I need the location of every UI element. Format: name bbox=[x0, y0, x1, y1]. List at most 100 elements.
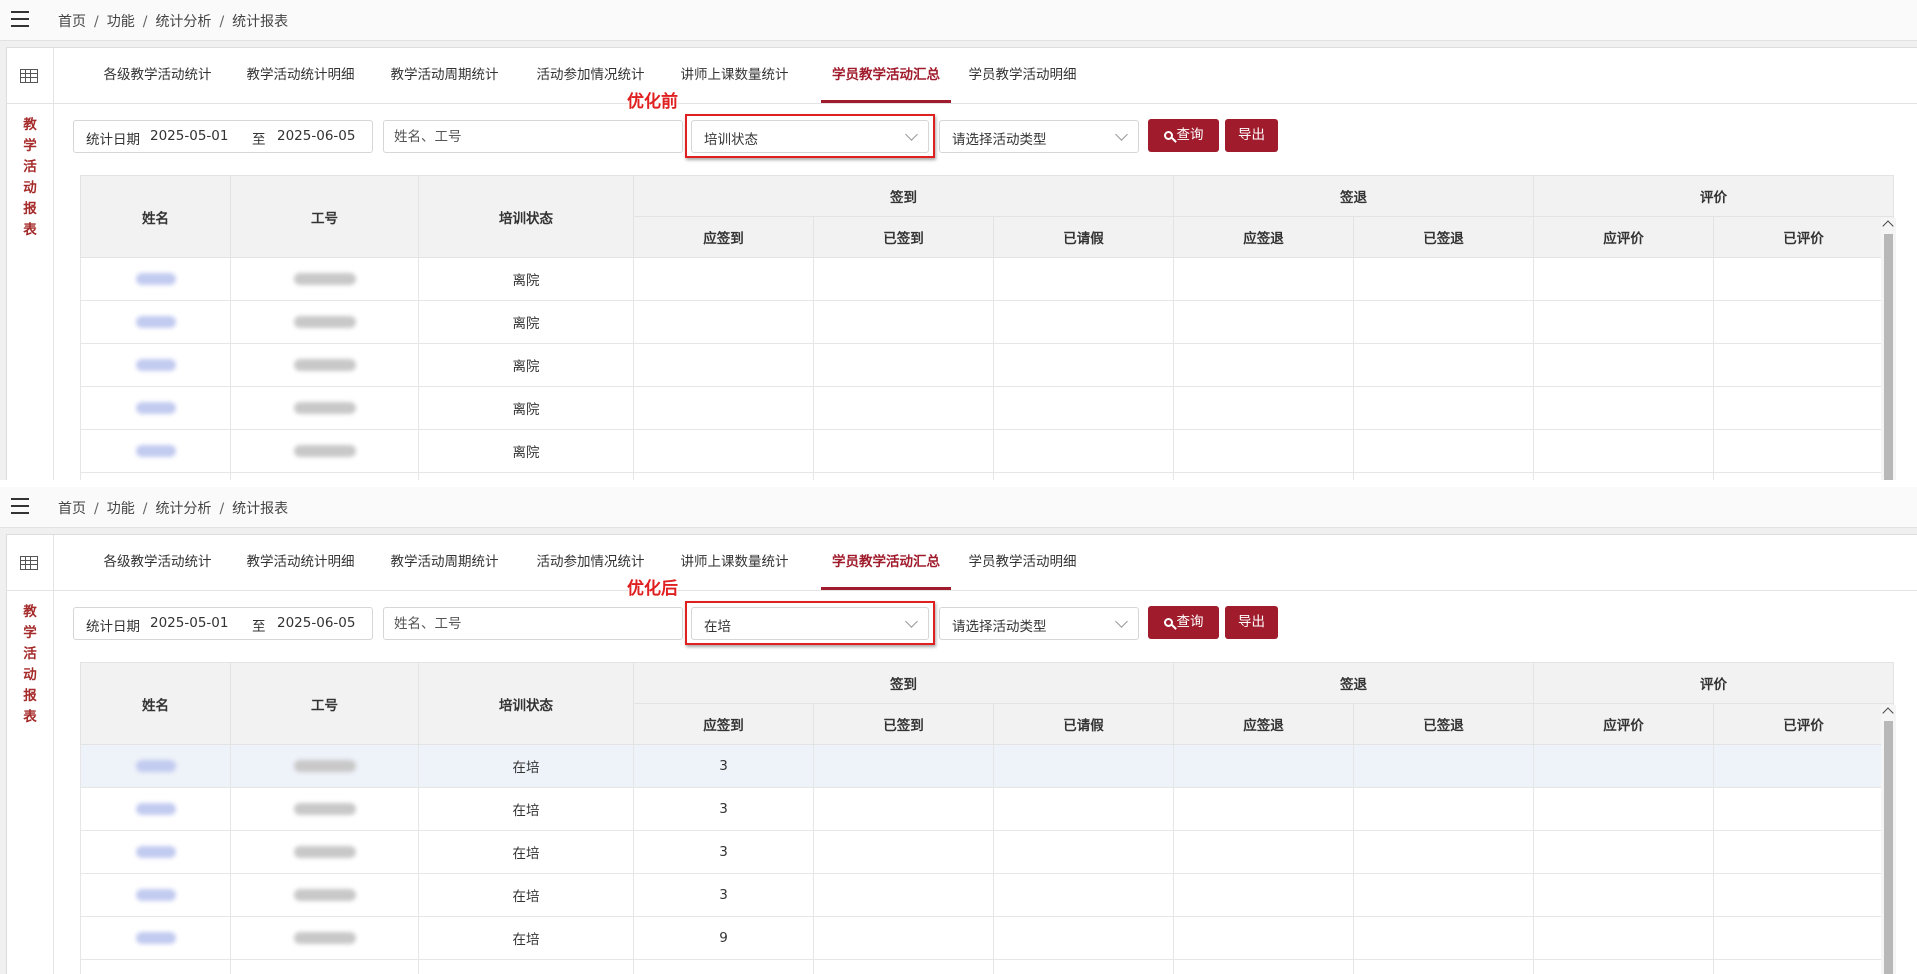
annotation-label: 优化前 bbox=[627, 92, 678, 112]
breadcrumb-item[interactable]: 首页 bbox=[58, 501, 86, 517]
cell-empty bbox=[1353, 343, 1535, 387]
tab-0[interactable]: 各级教学活动统计 bbox=[100, 48, 215, 103]
header-row-group: 姓名 工号 培训状态 签到 签退 评价 bbox=[80, 662, 1895, 745]
hamburger-icon[interactable] bbox=[11, 498, 29, 514]
tab-0[interactable]: 各级教学活动统计 bbox=[100, 535, 215, 590]
table-row[interactable]: 离院 bbox=[80, 429, 1895, 473]
breadcrumb-item: 统计报表 bbox=[232, 501, 289, 517]
date-range-field[interactable]: 统计日期 2025-05-01 至 2025-06-05 bbox=[73, 607, 373, 640]
cell-should-signin bbox=[633, 386, 814, 430]
tab-1[interactable]: 教学活动统计明细 bbox=[243, 535, 358, 590]
redacted-id bbox=[293, 273, 356, 285]
table-row[interactable]: 在培 3 bbox=[80, 744, 1895, 788]
table-header: 姓名 工号 培训状态 签到 签退 评价 应签到 已签到 已请假 应签退 已签退 应评价 已评价 bbox=[80, 175, 1895, 258]
table-row[interactable] bbox=[80, 472, 1895, 480]
name-id-search-input[interactable] bbox=[383, 120, 683, 153]
breadcrumb-item[interactable]: 统计分析 bbox=[155, 14, 211, 30]
redacted-name bbox=[135, 273, 176, 285]
redacted-name bbox=[135, 932, 176, 944]
breadcrumb-separator: / bbox=[142, 501, 148, 517]
table-row[interactable]: 在培 9 bbox=[80, 916, 1895, 960]
scrollbar-thumb[interactable] bbox=[1884, 721, 1893, 974]
query-button[interactable]: 查询 bbox=[1148, 606, 1219, 639]
table-row[interactable]: 在培 3 bbox=[80, 830, 1895, 874]
cell-empty bbox=[1173, 386, 1355, 430]
activity-type-select[interactable]: 请选择活动类型 bbox=[939, 120, 1139, 153]
training-status-select[interactable]: 培训状态 bbox=[691, 120, 929, 153]
cell-id bbox=[230, 830, 419, 874]
cell-empty bbox=[813, 830, 994, 874]
tab-1[interactable]: 教学活动统计明细 bbox=[243, 48, 358, 103]
table-row[interactable]: 离院 bbox=[80, 300, 1895, 344]
date-from-value[interactable]: 2025-05-01 bbox=[150, 615, 228, 631]
col-header-sub-2: 已请假 bbox=[992, 703, 1175, 745]
cell-name bbox=[80, 472, 231, 480]
date-to-value[interactable]: 2025-06-05 bbox=[277, 615, 355, 631]
redacted-name bbox=[135, 359, 176, 371]
table-header: 姓名 工号 培训状态 签到 签退 评价 应签到 已签到 已请假 应签退 已签退 应评价 已评价 bbox=[80, 662, 1895, 745]
export-button[interactable]: 导出 bbox=[1225, 119, 1278, 152]
export-button[interactable]: 导出 bbox=[1225, 606, 1278, 639]
query-button[interactable]: 查询 bbox=[1148, 119, 1219, 152]
training-status-value: 培训状态 bbox=[704, 132, 758, 148]
cell-empty bbox=[1353, 257, 1535, 301]
activity-type-select[interactable]: 请选择活动类型 bbox=[939, 607, 1139, 640]
table-row[interactable] bbox=[80, 959, 1895, 974]
redacted-id bbox=[293, 760, 356, 772]
breadcrumb-item[interactable]: 统计分析 bbox=[155, 501, 211, 517]
cell-status: 离院 bbox=[418, 386, 634, 430]
date-from-value[interactable]: 2025-05-01 bbox=[150, 128, 228, 144]
tab-6[interactable]: 学员教学活动明细 bbox=[965, 48, 1080, 103]
cell-status: 在培 bbox=[418, 916, 634, 960]
training-status-select[interactable]: 在培 bbox=[691, 607, 929, 640]
cell-name bbox=[80, 916, 231, 960]
table-scrollbar[interactable] bbox=[1881, 705, 1896, 974]
table-row[interactable]: 在培 3 bbox=[80, 873, 1895, 917]
date-range-field[interactable]: 统计日期 2025-05-01 至 2025-06-05 bbox=[73, 120, 373, 153]
tab-5[interactable]: 学员教学活动汇总 bbox=[821, 48, 951, 103]
table-scrollbar[interactable] bbox=[1881, 218, 1896, 480]
col-header-sub-4: 已签退 bbox=[1353, 216, 1535, 258]
breadcrumb-item[interactable]: 首页 bbox=[58, 14, 86, 30]
breadcrumb-item[interactable]: 功能 bbox=[107, 14, 135, 30]
breadcrumb-separator: / bbox=[94, 14, 99, 30]
cell-should-signin: 3 bbox=[633, 873, 814, 917]
tab-2[interactable]: 教学活动周期统计 bbox=[387, 48, 502, 103]
table-row[interactable]: 离院 bbox=[80, 386, 1895, 430]
cell-empty bbox=[992, 472, 1175, 480]
table-row[interactable]: 离院 bbox=[80, 343, 1895, 387]
cell-empty bbox=[1713, 959, 1895, 974]
chevron-up-icon[interactable] bbox=[1882, 707, 1894, 719]
tab-4[interactable]: 讲师上课数量统计 bbox=[677, 535, 792, 590]
cell-id bbox=[230, 787, 419, 831]
cell-empty bbox=[992, 257, 1175, 301]
tab-4[interactable]: 讲师上课数量统计 bbox=[677, 48, 792, 103]
table-row[interactable]: 离院 bbox=[80, 257, 1895, 301]
col-header-sub-2: 已请假 bbox=[992, 216, 1175, 258]
hamburger-icon[interactable] bbox=[11, 11, 29, 27]
cell-name bbox=[80, 873, 231, 917]
tab-2[interactable]: 教学活动周期统计 bbox=[387, 535, 502, 590]
cell-empty bbox=[1713, 744, 1895, 788]
tab-5[interactable]: 学员教学活动汇总 bbox=[821, 535, 951, 590]
redacted-id bbox=[293, 803, 356, 815]
annotation-label: 优化后 bbox=[627, 579, 678, 599]
cell-empty bbox=[813, 429, 994, 473]
header-row-group: 姓名 工号 培训状态 签到 签退 评价 bbox=[80, 175, 1895, 258]
breadcrumb-item[interactable]: 功能 bbox=[107, 501, 135, 517]
cell-empty bbox=[1713, 257, 1895, 301]
table-row[interactable]: 在培 3 bbox=[80, 787, 1895, 831]
chevron-up-icon[interactable] bbox=[1882, 220, 1894, 232]
name-id-search-input[interactable] bbox=[383, 607, 683, 640]
activity-type-placeholder: 请选择活动类型 bbox=[952, 132, 1047, 148]
scrollbar-thumb[interactable] bbox=[1884, 234, 1893, 480]
date-to-value[interactable]: 2025-06-05 bbox=[277, 128, 355, 144]
cell-empty bbox=[1713, 787, 1895, 831]
tab-6[interactable]: 学员教学活动明细 bbox=[965, 535, 1080, 590]
cell-empty bbox=[1353, 472, 1535, 480]
panel-divider bbox=[0, 480, 1917, 487]
cell-name bbox=[80, 787, 231, 831]
cell-empty bbox=[1353, 429, 1535, 473]
col-header-sub-1: 已签到 bbox=[813, 703, 994, 745]
cell-status: 在培 bbox=[418, 787, 634, 831]
